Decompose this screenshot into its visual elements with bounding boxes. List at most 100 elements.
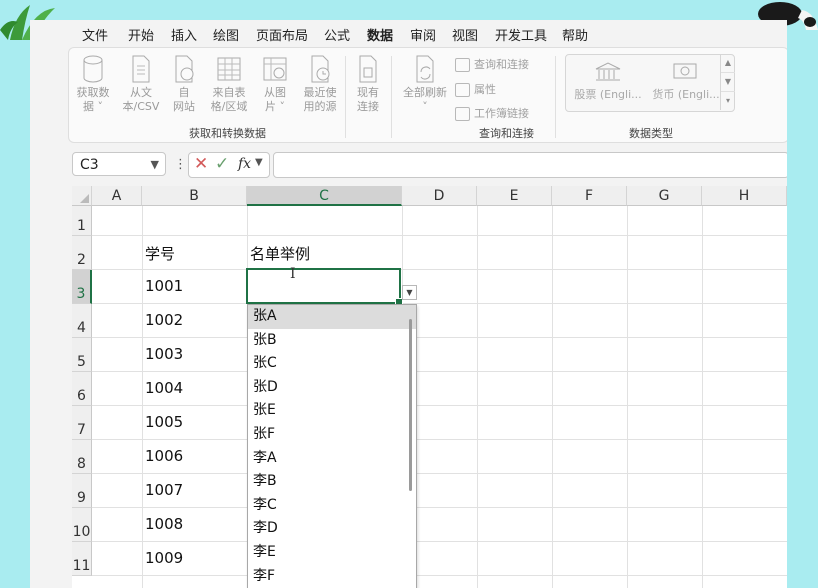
cell-b3[interactable]: 1001 bbox=[145, 277, 183, 295]
list-item[interactable]: 李C bbox=[248, 494, 416, 518]
gridline bbox=[92, 541, 787, 542]
list-item[interactable]: 李E bbox=[248, 541, 416, 565]
chevron-up-icon[interactable]: ▲ bbox=[721, 54, 735, 73]
col-header-b[interactable]: B bbox=[142, 186, 247, 206]
row-header-1[interactable]: 1 bbox=[72, 206, 92, 236]
tab-insert[interactable]: 插入 bbox=[171, 25, 197, 44]
tab-review[interactable]: 审阅 bbox=[410, 25, 436, 44]
cell-b2[interactable]: 学号 bbox=[145, 243, 175, 264]
recent-sources-button[interactable]: 最近使 用的源 bbox=[297, 54, 343, 114]
cell-b4[interactable]: 1002 bbox=[145, 311, 183, 329]
col-header-a[interactable]: A bbox=[92, 186, 142, 206]
active-cell-c3[interactable] bbox=[246, 268, 403, 306]
list-item[interactable]: 张B bbox=[248, 329, 416, 353]
cell-b10[interactable]: 1008 bbox=[145, 515, 183, 533]
name-box[interactable]: C3 ▼ bbox=[72, 152, 166, 176]
formula-input[interactable] bbox=[273, 152, 787, 178]
cell-b5[interactable]: 1003 bbox=[145, 345, 183, 363]
tab-formulas[interactable]: 公式 bbox=[324, 25, 350, 44]
confirm-icon[interactable]: ✓ bbox=[215, 154, 229, 174]
row-header-3[interactable]: 3 bbox=[72, 270, 92, 304]
formula-bar: C3 ▼ ⋮ ✕ ✓ fx ▼ bbox=[30, 150, 787, 180]
gridline bbox=[92, 303, 787, 304]
cell-c2[interactable]: 名单举例 bbox=[250, 243, 310, 264]
list-item[interactable]: 张D bbox=[248, 376, 416, 400]
cell-b11[interactable]: 1009 bbox=[145, 549, 183, 567]
tab-file[interactable]: 文件 bbox=[82, 25, 108, 44]
existing-connections-button[interactable]: 现有 连接 bbox=[351, 54, 385, 114]
validation-dropdown-list: 张A 张B 张C 张D 张E 张F 李A 李B 李C 李D 李E 李F bbox=[247, 304, 417, 588]
tab-help[interactable]: 帮助 bbox=[562, 25, 588, 44]
gridline bbox=[477, 206, 478, 588]
queries-connections-button[interactable]: 查询和连接 bbox=[455, 56, 529, 72]
cancel-icon[interactable]: ✕ bbox=[194, 154, 208, 174]
more-icon[interactable]: ▾ bbox=[721, 92, 735, 110]
refresh-all-button[interactable]: 全部刷新 ˅ bbox=[399, 54, 451, 114]
properties-icon bbox=[455, 83, 470, 97]
col-header-g[interactable]: G bbox=[627, 186, 702, 206]
row-header-8[interactable]: 8 bbox=[72, 440, 92, 474]
from-text-csv-button[interactable]: 从文 本/CSV bbox=[119, 54, 163, 114]
list-item[interactable]: 张A bbox=[248, 305, 416, 329]
tab-page-layout[interactable]: 页面布局 bbox=[256, 25, 308, 44]
from-table-range-button[interactable]: 来自表 格/区域 bbox=[205, 54, 253, 114]
from-picture-button[interactable]: 从图 片 ˅ bbox=[255, 54, 295, 114]
row-header-10[interactable]: 10 bbox=[72, 508, 92, 542]
picture-icon bbox=[263, 57, 287, 81]
formula-actions: ✕ ✓ fx ▼ bbox=[188, 152, 270, 178]
list-item[interactable]: 李A bbox=[248, 447, 416, 471]
row-header-7[interactable]: 7 bbox=[72, 406, 92, 440]
gridline bbox=[92, 575, 787, 576]
from-web-button[interactable]: 自 网站 bbox=[167, 54, 201, 114]
gridline bbox=[92, 473, 787, 474]
col-header-f[interactable]: F bbox=[552, 186, 627, 206]
tab-view[interactable]: 视图 bbox=[452, 25, 478, 44]
name-box-value: C3 bbox=[80, 157, 99, 173]
select-all-button[interactable] bbox=[72, 186, 92, 206]
stocks-button[interactable]: 股票 (Engli... bbox=[572, 61, 644, 102]
cell-b8[interactable]: 1006 bbox=[145, 447, 183, 465]
row-header-9[interactable]: 9 bbox=[72, 474, 92, 508]
row-header-4[interactable]: 4 bbox=[72, 304, 92, 338]
col-header-d[interactable]: D bbox=[402, 186, 477, 206]
col-header-e[interactable]: E bbox=[477, 186, 552, 206]
connection-icon bbox=[359, 55, 377, 83]
insert-function-button[interactable]: fx bbox=[238, 156, 251, 172]
tab-draw[interactable]: 绘图 bbox=[213, 25, 239, 44]
workbook-links-button[interactable]: 工作簿链接 bbox=[455, 105, 529, 121]
col-header-h[interactable]: H bbox=[702, 186, 787, 206]
gridline bbox=[92, 235, 787, 236]
gridline bbox=[627, 206, 628, 588]
tab-developer[interactable]: 开发工具 bbox=[495, 25, 547, 44]
cell-b9[interactable]: 1007 bbox=[145, 481, 183, 499]
dropdown-scrollbar[interactable] bbox=[409, 319, 412, 491]
validation-dropdown-button[interactable]: ▼ bbox=[402, 285, 417, 300]
chevron-down-icon[interactable]: ▼ bbox=[151, 153, 159, 177]
row-header-5[interactable]: 5 bbox=[72, 338, 92, 372]
row-header-2[interactable]: 2 bbox=[72, 236, 92, 270]
get-data-button[interactable]: 获取数 据 ˅ bbox=[75, 54, 111, 114]
cell-b6[interactable]: 1004 bbox=[145, 379, 183, 397]
recent-sources-label: 最近使 用的源 bbox=[303, 86, 337, 113]
more-options-icon[interactable]: ⋮ bbox=[174, 157, 187, 172]
row-header-6[interactable]: 6 bbox=[72, 372, 92, 406]
list-item[interactable]: 李F bbox=[248, 565, 416, 588]
list-item[interactable]: 李D bbox=[248, 517, 416, 541]
list-item[interactable]: 张C bbox=[248, 352, 416, 376]
properties-button[interactable]: 属性 bbox=[455, 81, 496, 97]
row-number: 2 bbox=[77, 252, 86, 268]
chevron-down-icon[interactable]: ▼ bbox=[255, 157, 263, 168]
list-item[interactable]: 李B bbox=[248, 470, 416, 494]
list-item[interactable]: 张F bbox=[248, 423, 416, 447]
tab-data[interactable]: 数据 bbox=[367, 25, 394, 49]
col-header-c[interactable]: C bbox=[247, 186, 402, 206]
gallery-scroll[interactable]: ▲ ▼ ▾ bbox=[720, 54, 735, 110]
currency-icon bbox=[673, 63, 697, 79]
tab-home[interactable]: 开始 bbox=[128, 25, 154, 44]
chevron-down-icon[interactable]: ▼ bbox=[721, 73, 735, 92]
row-header-11[interactable]: 11 bbox=[72, 542, 92, 576]
table-icon bbox=[217, 57, 241, 81]
cell-b7[interactable]: 1005 bbox=[145, 413, 183, 431]
list-item[interactable]: 张E bbox=[248, 399, 416, 423]
currencies-button[interactable]: 货币 (Engli... bbox=[650, 61, 722, 102]
